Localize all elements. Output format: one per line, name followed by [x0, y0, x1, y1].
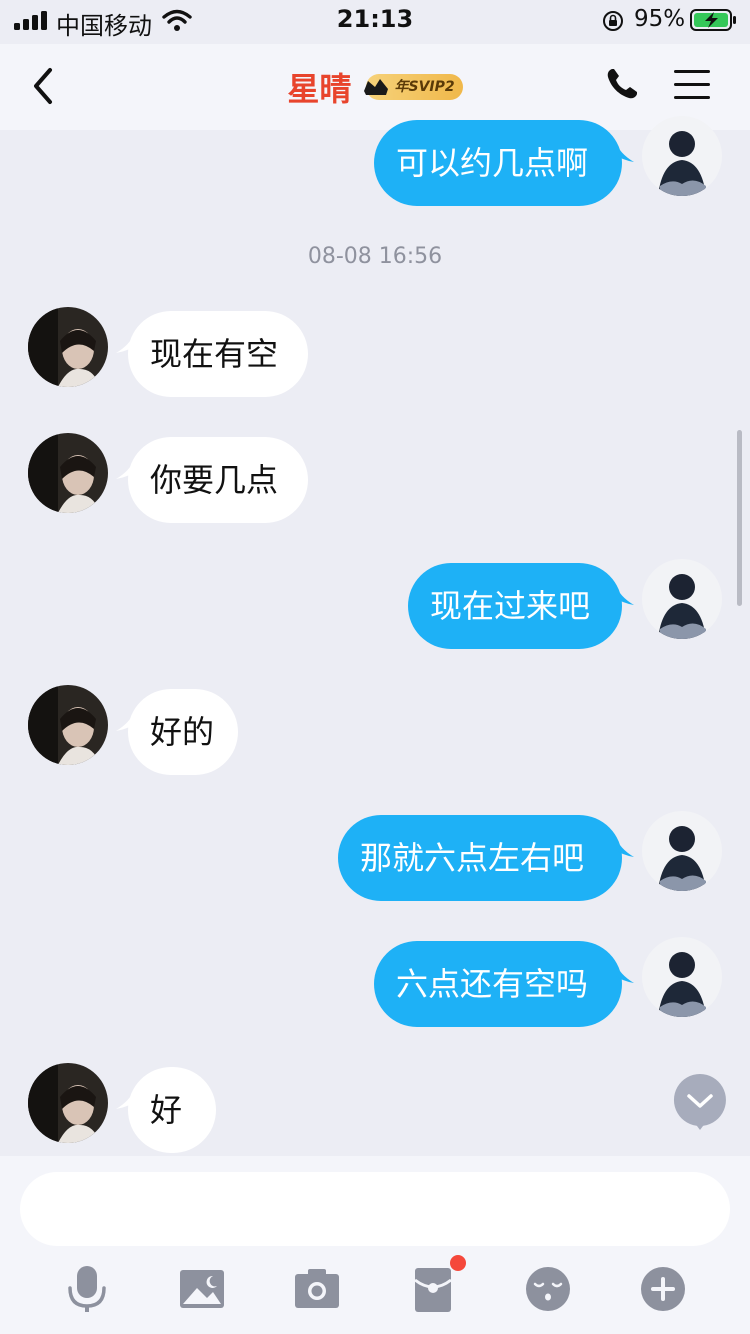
mic-icon[interactable]: [62, 1264, 112, 1314]
svip-badge: 年SVIP2: [364, 74, 463, 100]
contact-avatar[interactable]: [28, 1063, 108, 1143]
my-avatar[interactable]: [642, 116, 722, 196]
input-area: [0, 1156, 750, 1334]
message-text: 你要几点: [150, 461, 279, 499]
message-bubble[interactable]: 现在有空: [116, 311, 308, 397]
status-bar: 中国移动 21:13 95%: [0, 0, 750, 44]
message-bubble[interactable]: 好: [116, 1067, 216, 1153]
message-text: 那就六点左右吧: [360, 839, 585, 877]
menu-icon[interactable]: [674, 68, 712, 102]
message-text: 现在过来吧: [430, 587, 591, 625]
message-text: 现在有空: [150, 335, 279, 373]
plus-icon[interactable]: [638, 1264, 688, 1314]
battery-charging-icon: [690, 9, 736, 31]
contact-avatar[interactable]: [28, 433, 108, 513]
message-bubble[interactable]: 六点还有空吗: [374, 941, 634, 1027]
phone-icon[interactable]: [604, 66, 640, 102]
message-bubble[interactable]: 现在过来吧: [408, 563, 634, 649]
my-avatar[interactable]: [642, 937, 722, 1017]
chat-header: 星晴 年SVIP2: [0, 44, 750, 130]
message-input[interactable]: [20, 1172, 730, 1246]
red-packet-icon[interactable]: [408, 1264, 458, 1314]
scroll-to-bottom-button[interactable]: [672, 1072, 728, 1132]
emoji-icon[interactable]: [523, 1264, 573, 1314]
orientation-lock-icon: [603, 11, 623, 31]
scrollbar[interactable]: [737, 430, 742, 606]
message-text: 好的: [150, 713, 215, 751]
svip-badge-label: 年SVIP2: [394, 79, 455, 95]
contact-avatar[interactable]: [28, 685, 108, 765]
message-bubble[interactable]: 那就六点左右吧: [338, 815, 634, 901]
message-bubble[interactable]: 可以约几点啊: [374, 120, 634, 206]
notification-dot: [450, 1255, 466, 1271]
message-text: 可以约几点啊: [396, 144, 589, 182]
message-timestamp: 08-08 16:56: [307, 244, 443, 269]
message-text: 六点还有空吗: [396, 965, 589, 1003]
contact-avatar[interactable]: [28, 307, 108, 387]
crown-icon: [364, 79, 389, 95]
message-text: 好: [150, 1091, 183, 1129]
message-bubble[interactable]: 你要几点: [116, 437, 308, 523]
battery-percent: 95%: [634, 6, 686, 32]
my-avatar[interactable]: [642, 811, 722, 891]
message-bubble[interactable]: 好的: [116, 689, 238, 775]
my-avatar[interactable]: [642, 559, 722, 639]
camera-icon[interactable]: [292, 1264, 342, 1314]
image-icon[interactable]: [177, 1264, 227, 1314]
contact-name: 星晴: [287, 70, 352, 108]
